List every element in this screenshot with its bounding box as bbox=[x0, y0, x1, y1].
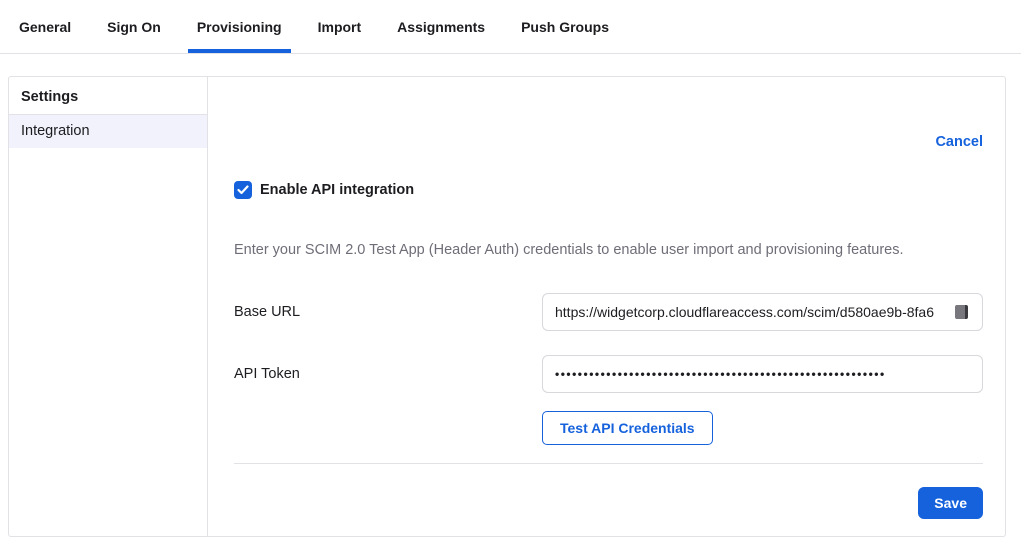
footer-divider bbox=[234, 463, 983, 464]
settings-sidebar: Settings Integration bbox=[9, 77, 208, 536]
app-tab-bar: General Sign On Provisioning Import Assi… bbox=[0, 0, 1021, 54]
test-credentials-row: Test API Credentials bbox=[234, 411, 983, 445]
sidebar-header-settings: Settings bbox=[9, 77, 207, 115]
tab-import[interactable]: Import bbox=[309, 0, 371, 53]
tab-provisioning[interactable]: Provisioning bbox=[188, 0, 291, 53]
sidebar-item-integration[interactable]: Integration bbox=[9, 115, 207, 148]
enable-api-integration-label: Enable API integration bbox=[260, 182, 414, 198]
base-url-input-wrap bbox=[542, 293, 983, 331]
api-token-input[interactable] bbox=[542, 355, 983, 393]
form-header-actions: Cancel bbox=[234, 134, 983, 151]
api-token-row: API Token bbox=[234, 355, 983, 393]
tab-assignments[interactable]: Assignments bbox=[388, 0, 494, 53]
save-row: Save bbox=[234, 487, 983, 519]
api-token-input-wrap bbox=[542, 355, 983, 393]
enable-api-integration-row: Enable API integration bbox=[234, 181, 983, 199]
base-url-label: Base URL bbox=[234, 304, 542, 320]
tab-general[interactable]: General bbox=[10, 0, 80, 53]
test-api-credentials-button[interactable]: Test API Credentials bbox=[542, 411, 713, 445]
tab-push-groups[interactable]: Push Groups bbox=[512, 0, 618, 53]
credentials-description: Enter your SCIM 2.0 Test App (Header Aut… bbox=[234, 243, 983, 258]
label-spacer bbox=[234, 411, 542, 445]
cancel-button[interactable]: Cancel bbox=[935, 134, 983, 151]
checkmark-icon bbox=[237, 185, 249, 195]
base-url-row: Base URL bbox=[234, 293, 983, 331]
api-token-label: API Token bbox=[234, 366, 542, 382]
save-button[interactable]: Save bbox=[918, 487, 983, 519]
base-url-input[interactable] bbox=[542, 293, 983, 331]
integration-settings-form: Cancel Enable API integration Enter your… bbox=[208, 77, 1007, 536]
provisioning-panel: Settings Integration Cancel Enable API i… bbox=[8, 76, 1006, 537]
tab-sign-on[interactable]: Sign On bbox=[98, 0, 170, 53]
enable-api-integration-checkbox[interactable] bbox=[234, 181, 252, 199]
